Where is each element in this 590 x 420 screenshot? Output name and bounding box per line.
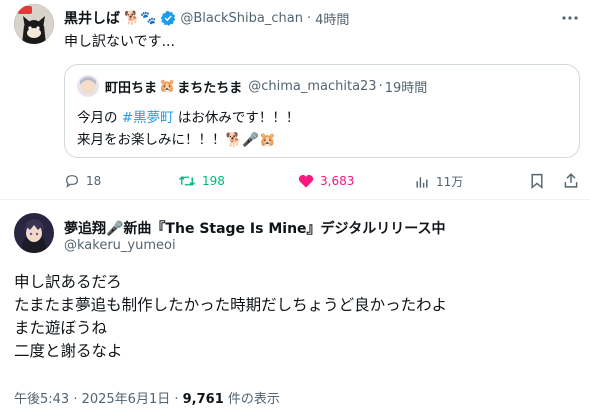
- heart-icon: [298, 174, 314, 188]
- reply-count: 18: [86, 174, 102, 188]
- reply-line: また遊ぼうね: [14, 319, 108, 337]
- tweet-divider: [0, 199, 590, 200]
- quote-line1-pre: 今月の: [77, 110, 122, 126]
- tweet-separator: ·: [306, 10, 312, 26]
- quote-separator: ·: [378, 79, 383, 94]
- share-icon: [564, 173, 578, 188]
- bookmark-icon: [531, 173, 543, 189]
- views-icon: [416, 176, 428, 188]
- reply-body: 申し訳あるだろ たまたま夢追も制作したかった時期だしちょうど良かったわよ また遊…: [14, 271, 447, 363]
- quote-display-name-2: まちたちま: [177, 81, 243, 96]
- bookmark-button[interactable]: [530, 173, 544, 193]
- tweet-name-emojis: 🐕🐾: [124, 10, 157, 26]
- quote-line1-post: はお休みです！！！: [173, 110, 300, 126]
- quote-tweet-card[interactable]: 町田ちま 🐹 まちたちま @chima_machita23 · 19時間 今月の…: [64, 64, 580, 158]
- reply-button[interactable]: 18: [64, 173, 101, 189]
- avatar-yumeoi[interactable]: [14, 213, 54, 253]
- reply-views-count: 9,761: [182, 392, 224, 407]
- avatar-machita: [77, 75, 99, 97]
- reply-line: たまたま夢追も制作したかった時期だしちょうど良かったわよ: [14, 296, 448, 314]
- retweet-icon: [179, 176, 195, 186]
- verified-badge-icon: [161, 10, 176, 26]
- views-count: 11万: [436, 175, 464, 189]
- reply-timestamp[interactable]: 午後5:43 · 2025年6月1日 ·: [14, 392, 183, 407]
- reply-display-name[interactable]: 夢追翔🎤新曲『The Stage Is Mine』デジタルリリース中: [64, 218, 446, 238]
- like-count: 3,683: [320, 174, 355, 188]
- share-button[interactable]: [563, 172, 579, 193]
- reply-line: 二度と謝るなよ: [14, 342, 123, 360]
- quote-handle: @chima_machita23: [248, 79, 377, 94]
- more-icon[interactable]: [560, 10, 580, 24]
- quote-line2: 来月をお楽しみに！！！🐕🎤🐹: [77, 132, 276, 148]
- reply-timestamp-row: 午後5:43 · 2025年6月1日 · 9,761 件の表示: [14, 388, 280, 407]
- tweet-text: 申し訳ないです...: [64, 34, 175, 50]
- reply-handle[interactable]: @kakeru_yumeoi: [64, 238, 176, 253]
- tweet-handle[interactable]: @BlackShiba_chan: [180, 11, 303, 26]
- quote-display-name: 町田ちま: [105, 81, 158, 96]
- tweet-time[interactable]: 4時間: [315, 9, 349, 28]
- like-button[interactable]: 3,683: [298, 173, 354, 189]
- quote-name-emoji: 🐹: [159, 79, 176, 94]
- views-button[interactable]: 11万: [414, 173, 463, 190]
- reply-line: 申し訳あるだろ: [14, 273, 122, 291]
- tweet-display-name[interactable]: 黒井しば: [64, 8, 120, 28]
- reply-views-label: 件の表示: [223, 392, 280, 407]
- reply-icon: [66, 175, 78, 188]
- avatar-blackshiba[interactable]: [14, 4, 54, 44]
- quote-time: 19時間: [384, 81, 428, 96]
- quote-hashtag[interactable]: #黒夢町: [122, 110, 174, 126]
- retweet-count: 198: [202, 174, 225, 188]
- retweet-button[interactable]: 198: [178, 173, 225, 189]
